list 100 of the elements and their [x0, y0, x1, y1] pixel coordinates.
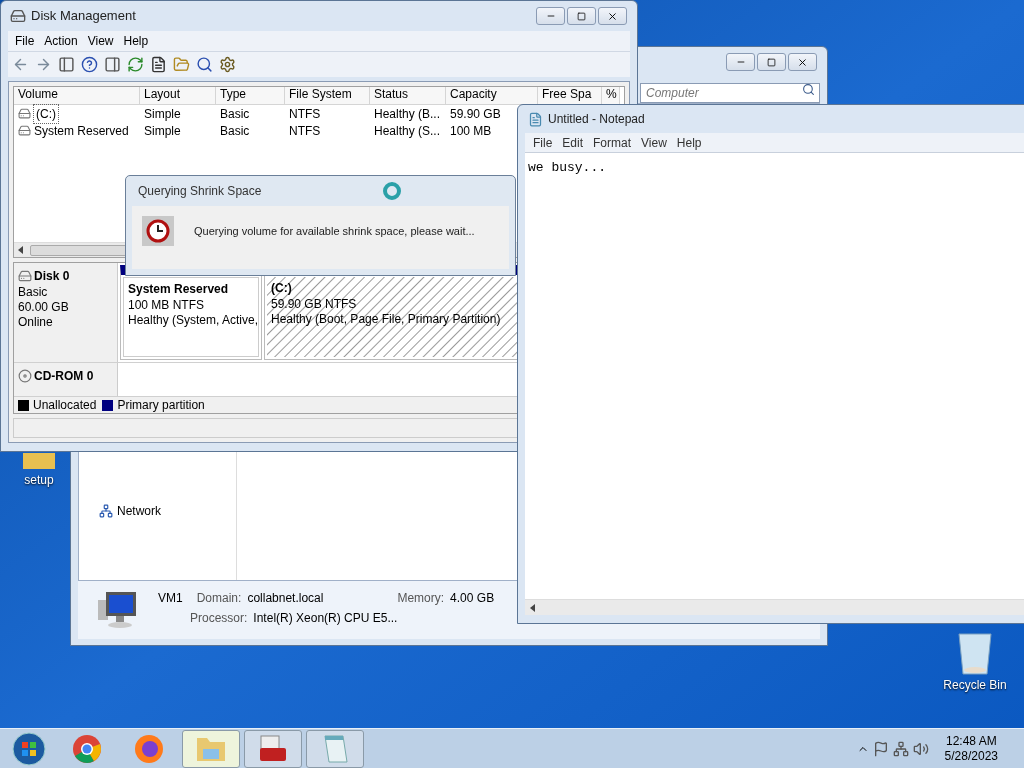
table-cell-text: Basic	[220, 122, 250, 140]
column-header[interactable]: Volume	[14, 87, 140, 104]
start-orb-icon	[12, 731, 46, 766]
scroll-left-icon[interactable]	[18, 246, 24, 254]
computer-name: VM1	[158, 590, 183, 607]
drive-icon	[18, 124, 31, 137]
busy-spinner-icon	[382, 181, 402, 201]
search-icon	[802, 83, 815, 96]
clock-icon	[142, 216, 174, 246]
taskbar-button[interactable]	[306, 729, 364, 768]
help-icon[interactable]	[81, 56, 98, 73]
taskbar-button[interactable]	[244, 729, 302, 768]
column-header[interactable]: File System	[285, 87, 370, 104]
column-header[interactable]: Free Spa	[538, 87, 602, 104]
column-header[interactable]: Status	[370, 87, 446, 104]
horizontal-scrollbar[interactable]	[525, 599, 1024, 615]
table-cell-text: System Reserved	[34, 122, 129, 140]
window-title: Untitled - Notepad	[548, 111, 645, 128]
field-label: Domain:	[196, 590, 242, 607]
maximize-button[interactable]	[757, 53, 786, 71]
menu-item[interactable]: Help	[120, 32, 152, 50]
browser-icon	[72, 733, 102, 764]
taskbar-button[interactable]	[182, 729, 240, 768]
close-icon	[797, 56, 808, 68]
column-header[interactable]: Capacity	[446, 87, 538, 104]
table-cell-text: Simple	[144, 122, 181, 140]
gear-icon[interactable]	[219, 56, 236, 73]
menu-item[interactable]: Format	[589, 133, 636, 152]
browser-icon	[134, 733, 164, 764]
table-cell: (C:)	[34, 104, 58, 123]
flag-icon[interactable]	[872, 740, 889, 757]
menu-item[interactable]: Action	[41, 32, 81, 50]
window-title: Disk Management	[31, 7, 136, 26]
volume-row[interactable]: System Reserved Simple Basic NTFS Healthy (S... 100 MB	[14, 122, 496, 139]
maximize-icon	[577, 11, 586, 21]
menu-item[interactable]: File	[529, 133, 557, 152]
partition-status: Healthy (Boot, Page File, Primary Partition)	[271, 312, 502, 327]
column-header[interactable]: Type	[216, 87, 285, 104]
document-icon[interactable]	[150, 56, 167, 73]
column-header[interactable]: %	[602, 87, 620, 104]
notepad-icon	[528, 111, 543, 127]
table-cell-text: 59.90 GB	[450, 105, 501, 123]
minimize-button[interactable]	[536, 7, 565, 25]
menu-item[interactable]: Edit	[558, 133, 588, 152]
column-header[interactable]: Layout	[140, 87, 216, 104]
menu-item[interactable]: View	[84, 32, 117, 50]
table-cell-text: 100 MB	[450, 122, 492, 140]
pane-icon[interactable]	[58, 56, 75, 73]
field-label: Memory:	[397, 590, 445, 607]
volume-icon[interactable]	[912, 740, 929, 757]
field-value: collabnet.local	[247, 590, 324, 607]
table-cell-text: Simple	[144, 105, 181, 123]
disk-info: 60.00 GB	[18, 300, 70, 315]
folder-icon[interactable]	[21, 453, 57, 471]
table-cell-text: Healthy (B...	[374, 105, 441, 123]
maximize-button[interactable]	[567, 7, 596, 25]
notepad-icon	[321, 733, 349, 764]
disk-info: Online	[18, 315, 54, 330]
network-icon	[99, 504, 113, 518]
clock[interactable]: 12:48 AM 5/28/2023	[936, 733, 1006, 764]
table-cell-text: NTFS	[289, 122, 321, 140]
cd-drive-icon	[18, 369, 32, 383]
partition-name: System Reserved	[128, 281, 230, 298]
legend-label: Primary partition	[117, 397, 205, 413]
clock-time: 12:48 AM	[945, 733, 997, 749]
field-value: 4.00 GB	[450, 590, 495, 607]
network-icon[interactable]	[892, 740, 909, 757]
dialog-message: Querying volume for available shrink space, please wait...	[194, 224, 475, 239]
desktop-icon-label[interactable]: Recycle Bin	[943, 676, 1007, 694]
volume-row[interactable]: (C:) Simple Basic NTFS Healthy (B... 59.90 GB	[14, 105, 505, 122]
minimize-button[interactable]	[726, 53, 755, 71]
close-button[interactable]	[788, 53, 817, 71]
menu-item[interactable]: File	[12, 32, 38, 50]
back-arrow-icon[interactable]	[12, 56, 29, 73]
disk-info: Basic	[18, 285, 49, 300]
table-cell-text: Basic	[220, 105, 250, 123]
nav-item[interactable]: Network	[117, 502, 161, 520]
search-field[interactable]: Computer	[640, 83, 820, 103]
legend-label: Unallocated	[33, 397, 97, 413]
menu-item[interactable]: Help	[672, 133, 706, 152]
clock-date: 5/28/2023	[944, 748, 998, 764]
menu-item[interactable]: View	[637, 133, 671, 152]
close-button[interactable]	[598, 7, 627, 25]
pane-icon[interactable]	[104, 56, 121, 73]
field-label: Processor:	[190, 610, 248, 627]
table-cell-text: Healthy (S...	[374, 122, 441, 140]
trash-bin-icon[interactable]	[955, 630, 995, 676]
disk-name: CD-ROM 0	[34, 368, 94, 385]
partition-size: 100 MB NTFS	[128, 298, 206, 313]
search-icon[interactable]	[196, 56, 213, 73]
refresh-icon[interactable]	[127, 56, 144, 73]
desktop-icon-label[interactable]: setup	[24, 471, 54, 489]
close-icon	[607, 10, 618, 22]
folder-icon[interactable]	[173, 56, 190, 73]
scroll-left-icon[interactable]	[530, 603, 536, 612]
dialog-title: Querying Shrink Space	[138, 183, 262, 200]
disk-name: Disk 0	[34, 268, 70, 285]
toolbox-icon	[258, 733, 288, 764]
partition-name: (C:)	[271, 280, 293, 297]
forward-arrow-icon[interactable]	[35, 56, 52, 73]
